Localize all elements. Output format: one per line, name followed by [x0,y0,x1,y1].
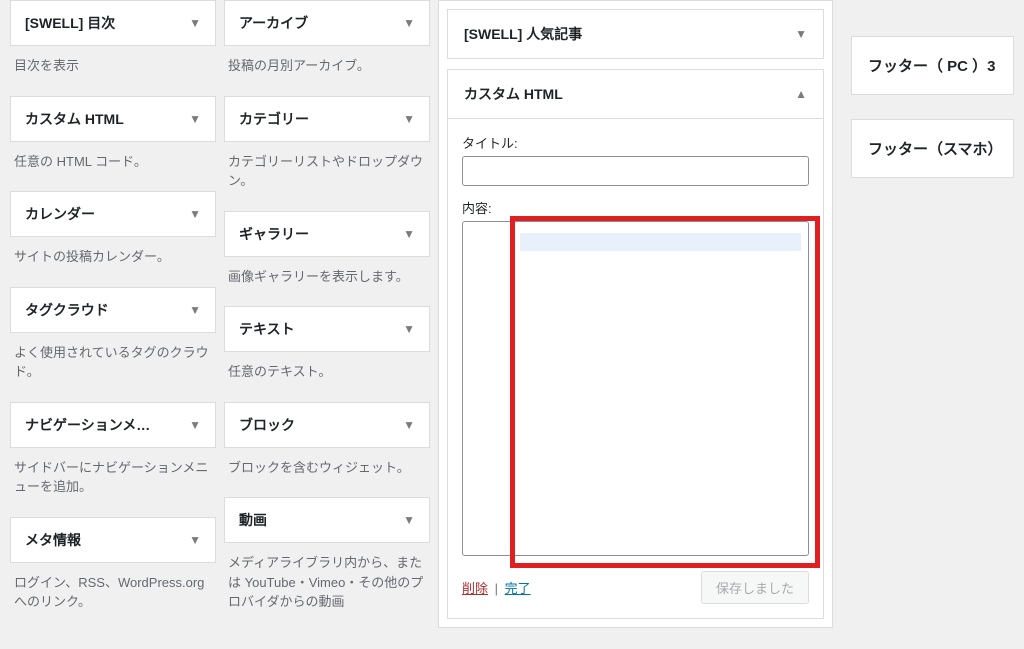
available-widget-header[interactable]: カレンダー ▼ [10,191,216,237]
available-widget-header[interactable]: アーカイブ ▼ [224,0,430,46]
caret-down-icon: ▼ [403,16,415,30]
widget-title: カスタム HTML [25,109,124,129]
available-widget-header[interactable]: ギャラリー ▼ [224,211,430,257]
widget-description: カテゴリーリストやドロップダウン。 [224,142,430,211]
available-widget-header[interactable]: メタ情報 ▼ [10,517,216,563]
save-button[interactable]: 保存しました [701,571,809,604]
widget-description: メディアライブラリ内から、または YouTube・Vimeo・その他のプロバイダ… [224,543,430,632]
placed-widget-header-open[interactable]: カスタム HTML ▲ [447,69,824,119]
widget-title: 動画 [239,510,267,530]
widget-description: 任意のテキスト。 [224,352,430,402]
caret-down-icon: ▼ [189,303,201,317]
content-box [462,221,809,559]
placed-widget-header-collapsed[interactable]: [SWELL] 人気記事 ▼ [447,9,824,59]
area-title: フッター（ PC ）3 [868,58,996,75]
caret-down-icon: ▼ [403,418,415,432]
widget-title: [SWELL] 人気記事 [464,24,582,44]
available-widget-header[interactable]: タグクラウド ▼ [10,287,216,333]
widget-description: ログイン、RSS、WordPress.org へのリンク。 [10,563,216,632]
widget-description: 投稿の月別アーカイブ。 [224,46,430,96]
content-textarea[interactable] [462,221,809,556]
separator: | [495,581,498,596]
available-widget-header[interactable]: テキスト ▼ [224,306,430,352]
widget-title: ギャラリー [239,224,309,244]
caret-down-icon: ▼ [189,112,201,126]
done-link[interactable]: 完了 [505,581,531,596]
available-widget-header[interactable]: [SWELL] 目次 ▼ [10,0,216,46]
caret-down-icon: ▼ [189,207,201,221]
caret-down-icon: ▼ [403,227,415,241]
caret-down-icon: ▼ [403,322,415,336]
available-widget-header[interactable]: ブロック ▼ [224,402,430,448]
widget-title: [SWELL] 目次 [25,13,115,33]
caret-down-icon: ▼ [403,112,415,126]
widget-actions: 削除 | 完了 保存しました [462,571,809,604]
widget-description: サイドバーにナビゲーションメニューを追加。 [10,448,216,517]
widget-title: ブロック [239,415,295,435]
widget-area-footer-pc-3[interactable]: フッター（ PC ）3 [851,36,1014,95]
widget-description: サイトの投稿カレンダー。 [10,237,216,287]
available-widget-header[interactable]: ナビゲーションメ… ▼ [10,402,216,448]
title-input[interactable] [462,156,809,186]
widget-title: カレンダー [25,204,95,224]
widget-area-footer-sp[interactable]: フッター（スマホ） [851,119,1014,178]
available-widget-header[interactable]: 動画 ▼ [224,497,430,543]
caret-down-icon: ▼ [795,27,807,41]
content-label: 内容: [462,198,809,217]
widget-description: ブロックを含むウィジェット。 [224,448,430,498]
widget-description: 任意の HTML コード。 [10,142,216,192]
widget-description: 画像ギャラリーを表示します。 [224,257,430,307]
caret-down-icon: ▼ [189,418,201,432]
widget-description: 目次を表示 [10,46,216,96]
widget-title: カスタム HTML [464,84,563,104]
caret-up-icon: ▲ [795,87,807,101]
widget-title: アーカイブ [239,13,308,33]
available-widget-header[interactable]: カテゴリー ▼ [224,96,430,142]
area-title: フッター（スマホ） [868,141,1003,158]
widget-title: メタ情報 [25,530,81,550]
widget-title: カテゴリー [239,109,309,129]
widget-title: テキスト [239,319,295,339]
caret-down-icon: ▼ [403,513,415,527]
available-widget-header[interactable]: カスタム HTML ▼ [10,96,216,142]
widget-description: よく使用されているタグのクラウド。 [10,333,216,402]
title-label: タイトル: [462,133,809,152]
delete-link[interactable]: 削除 [462,581,488,596]
widget-body: タイトル: 内容: 削除 | 完了 保存しました [447,119,824,619]
caret-down-icon: ▼ [189,16,201,30]
caret-down-icon: ▼ [189,533,201,547]
widget-title: タグクラウド [25,300,109,320]
widget-title: ナビゲーションメ… [25,415,150,435]
